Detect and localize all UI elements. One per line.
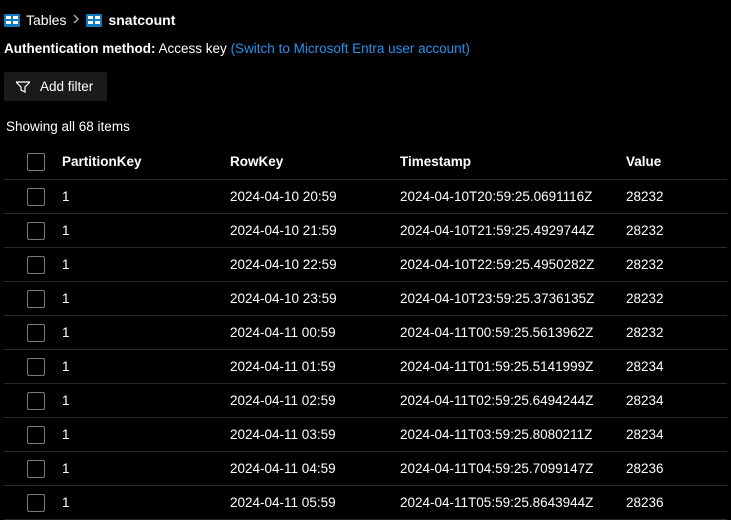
cell-value: 28236 [626, 461, 727, 476]
cell-timestamp: 2024-04-10T20:59:25.0691116Z [400, 189, 626, 204]
cell-rowkey: 2024-04-11 01:59 [230, 359, 400, 374]
row-checkbox[interactable] [27, 392, 45, 410]
cell-value: 28232 [626, 325, 727, 340]
cell-partitionkey: 1 [62, 495, 230, 510]
cell-rowkey: 2024-04-10 21:59 [230, 223, 400, 238]
table-row[interactable]: 12024-04-10 21:592024-04-10T21:59:25.492… [4, 214, 727, 248]
cell-rowkey: 2024-04-10 20:59 [230, 189, 400, 204]
cell-rowkey: 2024-04-11 00:59 [230, 325, 400, 340]
add-filter-button[interactable]: Add filter [4, 72, 107, 101]
cell-partitionkey: 1 [62, 393, 230, 408]
cell-partitionkey: 1 [62, 189, 230, 204]
cell-timestamp: 2024-04-11T01:59:25.5141999Z [400, 359, 626, 374]
cell-partitionkey: 1 [62, 257, 230, 272]
data-table: PartitionKey RowKey Timestamp Value 1202… [4, 144, 727, 520]
cell-rowkey: 2024-04-10 23:59 [230, 291, 400, 306]
cell-value: 28232 [626, 223, 727, 238]
cell-timestamp: 2024-04-10T22:59:25.4950282Z [400, 257, 626, 272]
cell-timestamp: 2024-04-11T00:59:25.5613962Z [400, 325, 626, 340]
row-checkbox[interactable] [27, 460, 45, 478]
table-row[interactable]: 12024-04-10 20:592024-04-10T20:59:25.069… [4, 180, 727, 214]
table-row[interactable]: 12024-04-11 05:592024-04-11T05:59:25.864… [4, 486, 727, 520]
cell-timestamp: 2024-04-11T03:59:25.8080211Z [400, 427, 626, 442]
cell-timestamp: 2024-04-10T23:59:25.3736135Z [400, 291, 626, 306]
cell-timestamp: 2024-04-10T21:59:25.4929744Z [400, 223, 626, 238]
cell-partitionkey: 1 [62, 427, 230, 442]
showing-count: Showing all 68 items [4, 101, 727, 144]
breadcrumb: Tables snatcount [4, 8, 727, 38]
row-checkbox[interactable] [27, 324, 45, 342]
breadcrumb-parent[interactable]: Tables [26, 12, 66, 28]
chevron-right-icon [72, 13, 80, 27]
table-row[interactable]: 12024-04-11 00:592024-04-11T00:59:25.561… [4, 316, 727, 350]
cell-rowkey: 2024-04-11 02:59 [230, 393, 400, 408]
table-row[interactable]: 12024-04-11 03:592024-04-11T03:59:25.808… [4, 418, 727, 452]
cell-timestamp: 2024-04-11T04:59:25.7099147Z [400, 461, 626, 476]
cell-value: 28234 [626, 393, 727, 408]
column-header-partitionkey[interactable]: PartitionKey [62, 154, 230, 169]
cell-rowkey: 2024-04-11 05:59 [230, 495, 400, 510]
table-row[interactable]: 12024-04-10 23:592024-04-10T23:59:25.373… [4, 282, 727, 316]
filter-icon [16, 81, 30, 93]
table-header: PartitionKey RowKey Timestamp Value [4, 144, 727, 180]
row-checkbox[interactable] [27, 256, 45, 274]
cell-partitionkey: 1 [62, 461, 230, 476]
cell-value: 28232 [626, 189, 727, 204]
select-all-checkbox[interactable] [27, 153, 45, 171]
row-checkbox[interactable] [27, 426, 45, 444]
row-checkbox[interactable] [27, 290, 45, 308]
table-row[interactable]: 12024-04-10 22:592024-04-10T22:59:25.495… [4, 248, 727, 282]
cell-rowkey: 2024-04-10 22:59 [230, 257, 400, 272]
row-checkbox[interactable] [27, 358, 45, 376]
cell-value: 28232 [626, 291, 727, 306]
cell-value: 28234 [626, 359, 727, 374]
cell-partitionkey: 1 [62, 223, 230, 238]
cell-partitionkey: 1 [62, 359, 230, 374]
table-row[interactable]: 12024-04-11 04:592024-04-11T04:59:25.709… [4, 452, 727, 486]
row-checkbox[interactable] [27, 188, 45, 206]
cell-timestamp: 2024-04-11T02:59:25.6494244Z [400, 393, 626, 408]
column-header-value[interactable]: Value [626, 154, 727, 169]
column-header-rowkey[interactable]: RowKey [230, 154, 400, 169]
cell-rowkey: 2024-04-11 04:59 [230, 461, 400, 476]
breadcrumb-current: snatcount [108, 12, 175, 28]
row-checkbox[interactable] [27, 494, 45, 512]
table-icon [86, 13, 102, 27]
tables-icon [4, 13, 20, 27]
cell-timestamp: 2024-04-11T05:59:25.8643944Z [400, 495, 626, 510]
cell-partitionkey: 1 [62, 325, 230, 340]
cell-rowkey: 2024-04-11 03:59 [230, 427, 400, 442]
auth-method: Access key [159, 41, 227, 56]
cell-partitionkey: 1 [62, 291, 230, 306]
auth-line: Authentication method: Access key (Switc… [4, 38, 727, 72]
column-header-timestamp[interactable]: Timestamp [400, 154, 626, 169]
cell-value: 28232 [626, 257, 727, 272]
cell-value: 28234 [626, 427, 727, 442]
auth-label: Authentication method: [4, 41, 156, 56]
auth-switch-link[interactable]: (Switch to Microsoft Entra user account) [231, 41, 470, 56]
cell-value: 28236 [626, 495, 727, 510]
row-checkbox[interactable] [27, 222, 45, 240]
table-row[interactable]: 12024-04-11 02:592024-04-11T02:59:25.649… [4, 384, 727, 418]
table-row[interactable]: 12024-04-11 01:592024-04-11T01:59:25.514… [4, 350, 727, 384]
add-filter-label: Add filter [40, 79, 93, 94]
